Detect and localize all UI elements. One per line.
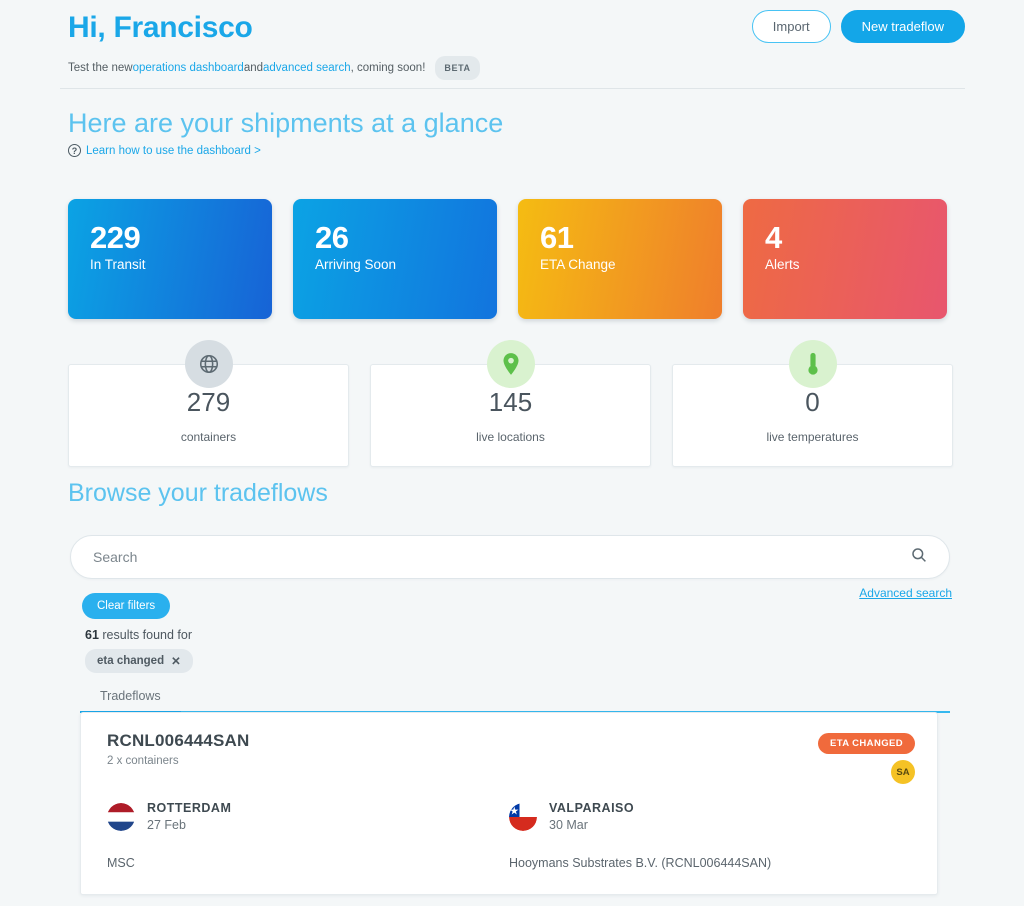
consignee-name: Hooymans Substrates B.V. (RCNL006444SAN) — [509, 856, 772, 870]
kpi-card-alerts[interactable]: 4 Alerts — [743, 199, 947, 319]
subline-post: , coming soon! — [350, 62, 426, 74]
beta-announcement: Test the new operations dashboard and ad… — [68, 56, 965, 80]
stat-card-containers: 279 containers — [68, 340, 349, 467]
chile-flag-icon — [509, 802, 537, 831]
destination-port-name: VALPARAISO — [549, 801, 635, 815]
stat-label: live locations — [476, 429, 545, 444]
learn-dashboard-link[interactable]: ? Learn how to use the dashboard > — [68, 144, 261, 157]
tradeflow-footer: MSC Hooymans Substrates B.V. (RCNL006444… — [107, 856, 911, 870]
search-box[interactable] — [70, 535, 950, 579]
page-header: Hi, Francisco Test the new operations da… — [68, 8, 965, 80]
header-actions: Import New tradeflow — [751, 10, 965, 43]
clear-filters-button[interactable]: Clear filters — [82, 593, 171, 619]
stat-value: 0 — [805, 386, 820, 417]
kpi-card-in-transit[interactable]: 229 In Transit — [68, 199, 272, 319]
route-origin: ROTTERDAM 27 Feb — [107, 801, 509, 832]
kpi-label: In Transit — [90, 257, 146, 272]
destination-port-row: VALPARAISO 30 Mar — [509, 801, 911, 832]
kpi-card-list: 229 In Transit 26 Arriving Soon 61 ETA C… — [68, 199, 947, 319]
kpi-label: Alerts — [765, 257, 800, 272]
stat-card-live-temperatures: 0 live temperatures — [672, 340, 953, 467]
advanced-search-link-inline[interactable]: advanced search — [263, 60, 351, 76]
kpi-value: 229 — [90, 220, 141, 255]
tab-bar: Tradeflows — [80, 682, 950, 713]
origin-port-name: ROTTERDAM — [147, 801, 232, 815]
question-circle-icon: ? — [68, 144, 81, 157]
tradeflow-badges: ETA CHANGED SA — [817, 733, 915, 784]
map-pin-icon — [486, 340, 535, 388]
subline-mid: and — [243, 62, 264, 74]
close-icon[interactable]: ✕ — [171, 654, 181, 668]
tradeflow-result-card[interactable]: RCNL006444SAN 2 x containers ETA CHANGED… — [80, 712, 938, 895]
results-count-value: 61 — [85, 628, 99, 642]
operations-dashboard-link[interactable]: operations dashboard — [133, 60, 244, 76]
kpi-label: Arriving Soon — [315, 257, 397, 272]
status-badge: ETA CHANGED — [817, 733, 915, 754]
kpi-card-arriving-soon[interactable]: 26 Arriving Soon — [293, 199, 497, 319]
globe-icon — [184, 340, 233, 388]
netherlands-flag-icon — [107, 802, 135, 831]
stat-card-list: 279 containers 145 live locations 0 live… — [68, 340, 953, 467]
kpi-value: 26 — [315, 220, 349, 255]
browse-section-title: Browse your tradeflows — [68, 479, 328, 507]
kpi-value: 61 — [540, 220, 574, 255]
kpi-card-eta-change[interactable]: 61 ETA Change — [518, 199, 722, 319]
origin-port-row: ROTTERDAM 27 Feb — [107, 801, 509, 832]
glance-section-title: Here are your shipments at a glance — [68, 108, 504, 138]
thermometer-icon — [788, 340, 837, 388]
carrier-name: MSC — [107, 856, 135, 870]
tradeflow-reference: RCNL006444SAN — [107, 731, 250, 750]
filter-chip-label: eta changed — [97, 655, 165, 667]
stat-card-live-locations: 145 live locations — [370, 340, 651, 467]
learn-dashboard-label: Learn how to use the dashboard > — [86, 144, 261, 157]
header-divider — [60, 88, 965, 89]
beta-badge: BETA — [435, 56, 480, 80]
tradeflow-route: ROTTERDAM 27 Feb VALPARAISO 30 Mar — [107, 801, 911, 832]
kpi-label: ETA Change — [540, 257, 616, 272]
new-tradeflow-button[interactable]: New tradeflow — [840, 10, 965, 43]
search-icon[interactable] — [911, 547, 927, 568]
stat-label: containers — [180, 429, 237, 444]
advanced-search-link[interactable]: Advanced search — [859, 586, 952, 600]
stat-label: live temperatures — [766, 429, 859, 444]
tradeflow-containers: 2 x containers — [107, 755, 179, 767]
import-button[interactable]: Import — [751, 10, 831, 43]
stat-value: 279 — [186, 386, 231, 417]
kpi-value: 4 — [765, 220, 782, 255]
avatar[interactable]: SA — [891, 760, 915, 784]
tab-tradeflows[interactable]: Tradeflows — [80, 682, 181, 713]
subline-pre: Test the new — [68, 62, 133, 74]
stat-value: 145 — [488, 386, 533, 417]
route-destination: VALPARAISO 30 Mar — [509, 801, 911, 832]
search-input[interactable] — [93, 549, 911, 565]
origin-date: 27 Feb — [147, 818, 186, 832]
filter-chip-eta-changed[interactable]: eta changed ✕ — [85, 649, 193, 673]
results-count-suffix: results found for — [98, 628, 193, 642]
dashboard-page: Hi, Francisco Test the new operations da… — [0, 0, 1024, 906]
results-count-label: 61 results found for — [85, 628, 192, 642]
destination-date: 30 Mar — [549, 818, 588, 832]
